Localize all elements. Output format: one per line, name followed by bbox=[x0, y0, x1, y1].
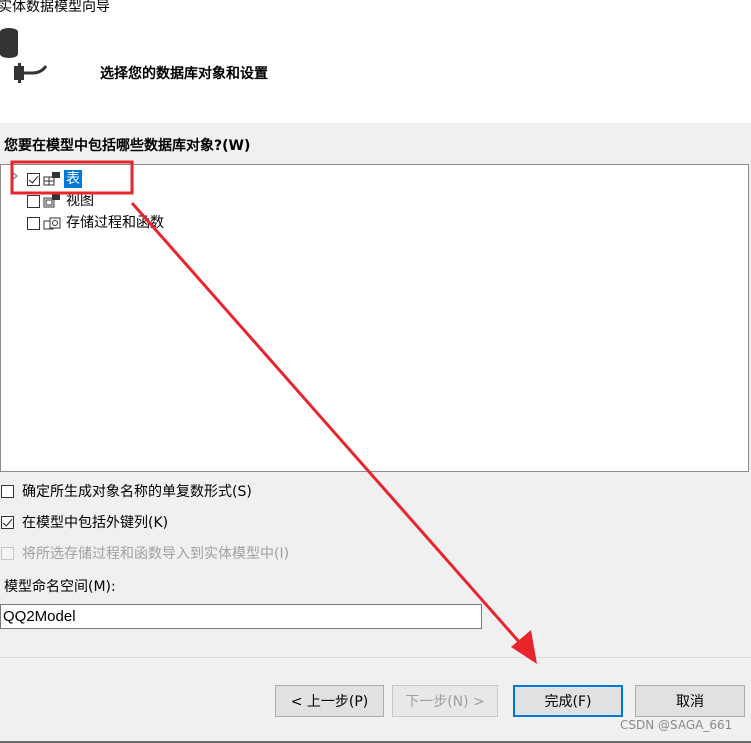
expand-arrow-icon[interactable] bbox=[11, 171, 19, 181]
option-foreign-keys[interactable]: 在模型中包括外键列(K) bbox=[1, 512, 168, 532]
arrowhead-icon bbox=[511, 630, 537, 664]
stored-procedures-label[interactable]: 存储过程和函数 bbox=[64, 214, 166, 232]
pluralize-label[interactable]: 确定所生成对象名称的单复数形式(S) bbox=[22, 481, 252, 501]
page-heading: 选择您的数据库对象和设置 bbox=[100, 66, 268, 82]
namespace-input[interactable] bbox=[0, 604, 482, 629]
database-objects-tree[interactable]: 表 视图 存储过程和函数 bbox=[0, 164, 749, 472]
stored-procedures-checkbox[interactable] bbox=[27, 216, 40, 230]
option-import-procedures: 将所选存储过程和函数导入到实体模型中(I) bbox=[1, 543, 289, 563]
import-procedures-label: 将所选存储过程和函数导入到实体模型中(I) bbox=[22, 546, 290, 562]
finish-button[interactable]: 完成(F) bbox=[513, 685, 623, 717]
button-separator bbox=[0, 657, 751, 658]
stored-procedure-icon bbox=[43, 217, 61, 230]
tree-item-views[interactable]: 视图 bbox=[27, 191, 96, 211]
view-icon bbox=[43, 194, 60, 208]
tree-item-stored-procedures[interactable]: 存储过程和函数 bbox=[27, 213, 166, 233]
views-checkbox[interactable] bbox=[27, 194, 40, 208]
tables-label[interactable]: 表 bbox=[64, 170, 82, 188]
option-pluralize[interactable]: 确定所生成对象名称的单复数形式(S) bbox=[1, 481, 252, 501]
database-plug-icon bbox=[0, 28, 48, 83]
foreign-keys-label[interactable]: 在模型中包括外键列(K) bbox=[22, 512, 168, 532]
views-label[interactable]: 视图 bbox=[64, 192, 96, 210]
pluralize-checkbox[interactable] bbox=[1, 484, 14, 498]
window-title: 实体数据模型向导 bbox=[0, 0, 110, 15]
title-bar: 实体数据模型向导 bbox=[0, 0, 751, 20]
import-procedures-checkbox bbox=[1, 546, 14, 560]
previous-button[interactable]: < 上一步(P) bbox=[275, 685, 384, 717]
namespace-label: 模型命名空间(M): bbox=[4, 579, 116, 595]
tables-checkbox[interactable] bbox=[27, 172, 40, 186]
table-icon bbox=[43, 172, 60, 186]
tree-item-tables[interactable]: 表 bbox=[27, 169, 82, 189]
next-button[interactable]: 下一步(N) > bbox=[392, 685, 498, 717]
foreign-keys-checkbox[interactable] bbox=[1, 515, 14, 529]
watermark: CSDN @SAGA_661 bbox=[620, 718, 733, 732]
cancel-button[interactable]: 取消 bbox=[635, 685, 745, 717]
objects-prompt: 您要在模型中包括哪些数据库对象?(W) bbox=[4, 138, 251, 154]
